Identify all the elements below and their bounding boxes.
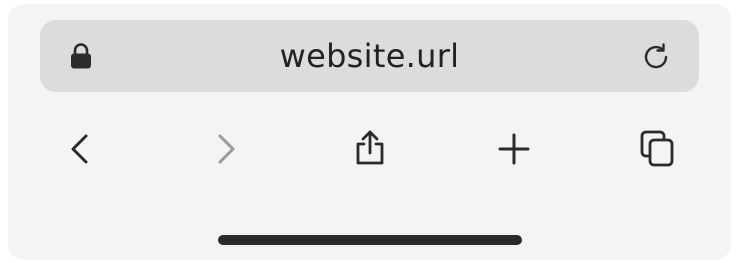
share-button[interactable] bbox=[348, 127, 392, 171]
new-tab-button[interactable] bbox=[492, 127, 536, 171]
share-icon bbox=[356, 130, 384, 165]
reload-icon[interactable] bbox=[640, 41, 672, 73]
chevron-left-icon bbox=[71, 134, 88, 164]
browser-toolbar: website.url bbox=[8, 4, 731, 260]
tabs-button[interactable] bbox=[636, 127, 680, 171]
plus-icon bbox=[498, 133, 530, 165]
chevron-right-icon bbox=[218, 134, 235, 164]
home-indicator[interactable] bbox=[218, 235, 522, 245]
address-bar[interactable]: website.url bbox=[40, 20, 699, 92]
forward-button[interactable] bbox=[204, 127, 248, 171]
back-button[interactable] bbox=[59, 127, 103, 171]
tabs-icon bbox=[640, 130, 674, 167]
url-text[interactable]: website.url bbox=[40, 20, 699, 92]
